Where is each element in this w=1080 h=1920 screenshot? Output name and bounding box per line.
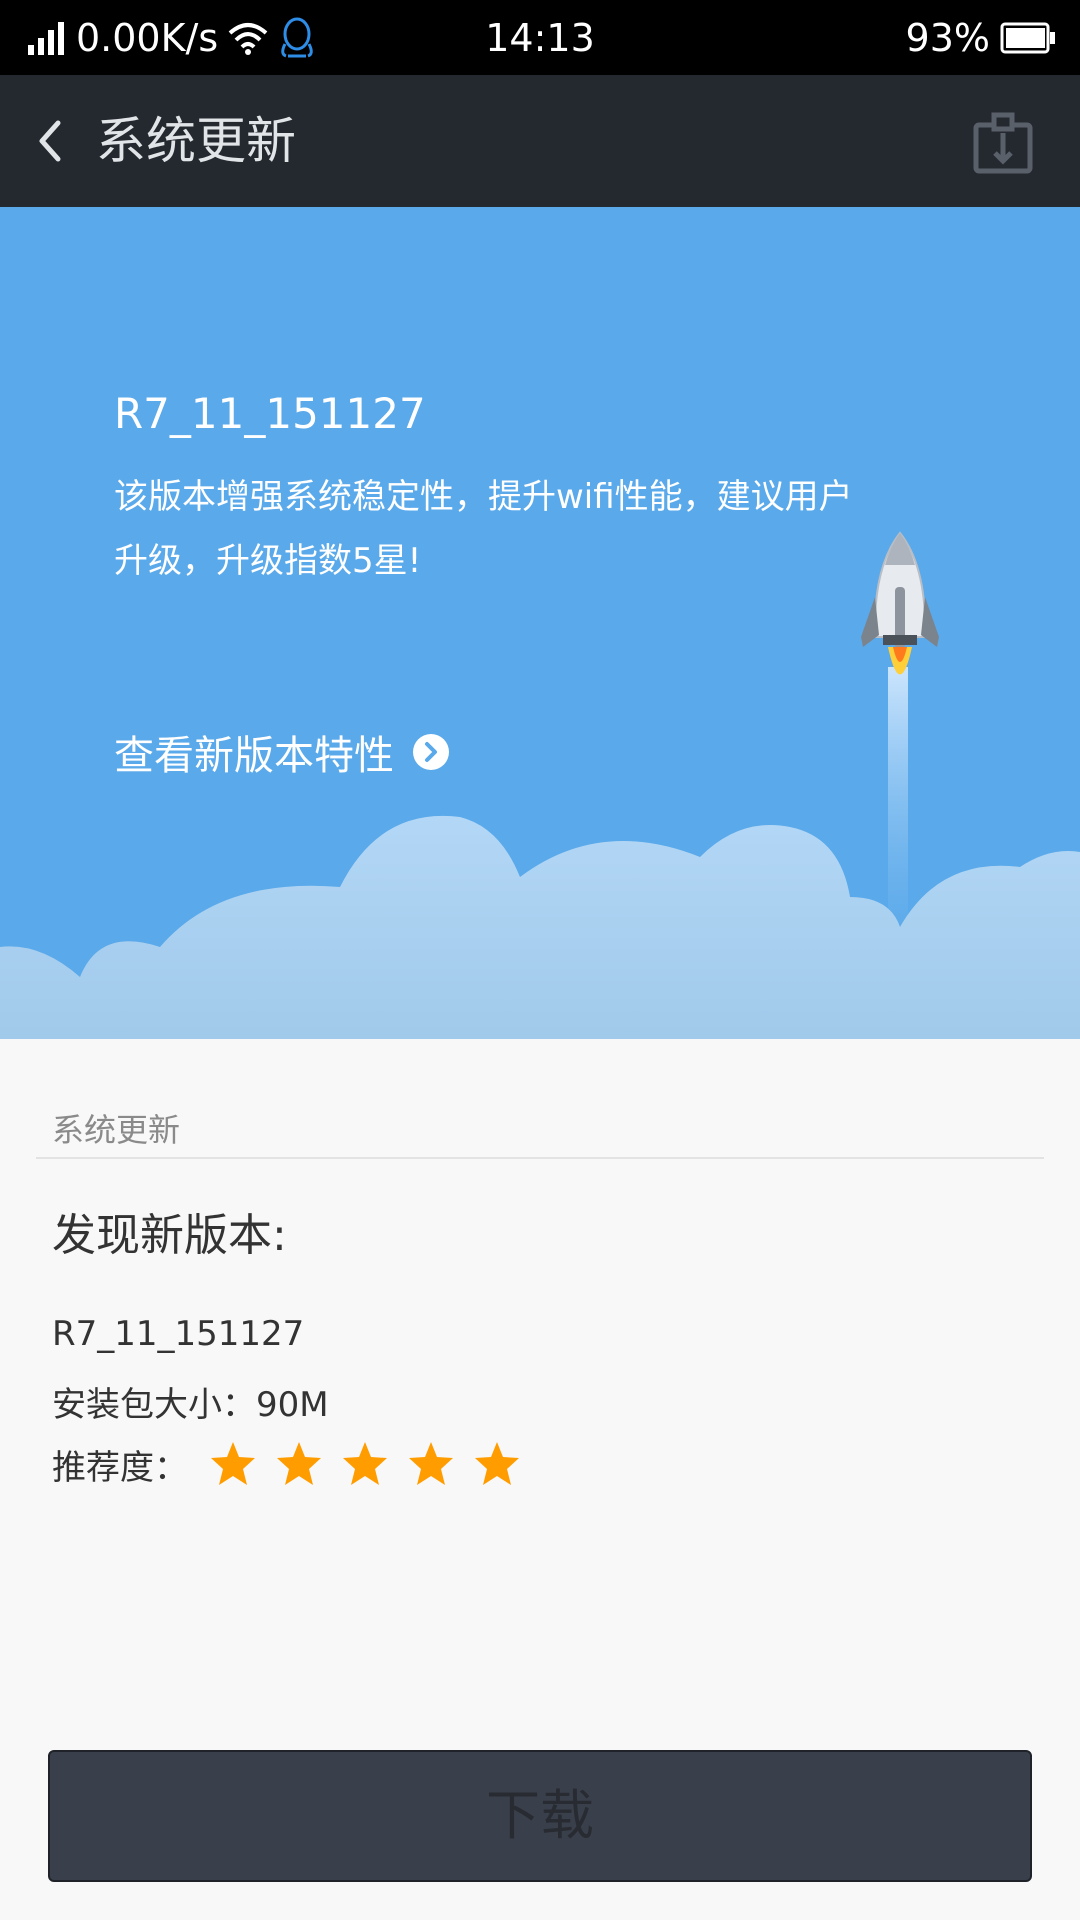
star-icon	[475, 1442, 519, 1485]
update-hero-banner: R7_11_151127 该版本增强系统稳定性，提升wifi性能，建议用户升级，…	[0, 207, 1080, 1039]
hero-version: R7_11_151127	[114, 389, 426, 438]
section-label: 系统更新	[52, 1111, 181, 1149]
app-toolbar: 系统更新	[0, 75, 1080, 207]
star-rating	[208, 1439, 538, 1489]
star-icon	[409, 1442, 453, 1485]
view-features-link[interactable]: 查看新版本特性	[114, 723, 450, 781]
status-bar: 0.00K/s 14:13 93%	[0, 0, 1080, 75]
recommend-label: 推荐度：	[52, 1447, 188, 1488]
recommendation-rating: 推荐度：	[52, 1439, 538, 1489]
found-new-version-title: 发现新版本:	[52, 1210, 287, 1261]
chevron-right-circle-icon	[413, 734, 449, 770]
star-icon	[211, 1442, 255, 1485]
package-tools-icon[interactable]	[970, 111, 1036, 177]
hero-description: 该版本增强系统稳定性，提升wifi性能，建议用户升级，升级指数5星!	[114, 477, 853, 581]
package-size-text: 安装包大小：90M	[52, 1385, 329, 1425]
download-button[interactable]: 下载	[48, 1750, 1032, 1882]
rocket-icon	[861, 531, 939, 675]
battery-icon	[1000, 22, 1055, 54]
divider	[36, 1157, 1044, 1159]
version-text: R7_11_151127	[52, 1314, 305, 1354]
page-title: 系统更新	[96, 112, 296, 170]
star-icon	[277, 1442, 321, 1485]
star-icon	[343, 1442, 387, 1485]
back-arrow-icon[interactable]	[30, 111, 90, 171]
view-features-label: 查看新版本特性	[114, 733, 394, 779]
status-right: 93%	[896, 14, 1056, 62]
battery-percent: 93%	[905, 16, 990, 60]
